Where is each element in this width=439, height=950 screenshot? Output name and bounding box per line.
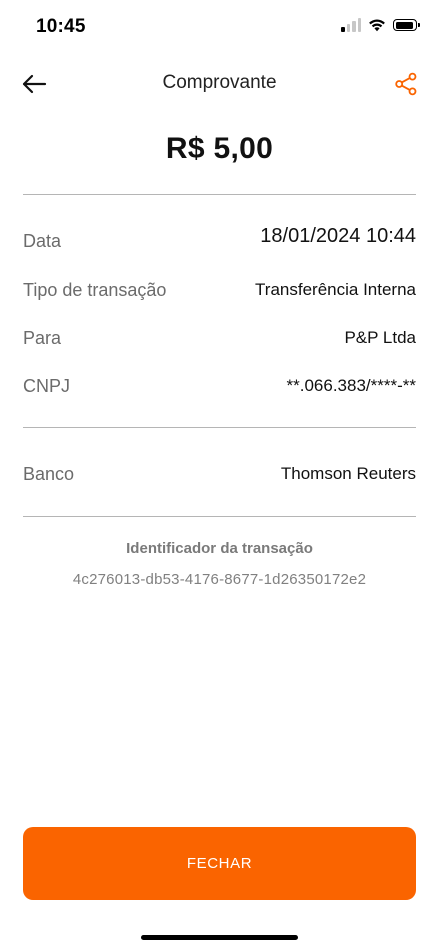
detail-label: Tipo de transação <box>23 280 167 300</box>
wifi-icon <box>369 19 385 32</box>
battery-icon <box>393 19 420 31</box>
amount-value: R$ 5,00 <box>165 132 274 165</box>
detail-label: Data <box>23 231 62 251</box>
detail-value: **.066.383/****-** <box>286 376 416 395</box>
divider <box>23 516 416 517</box>
transaction-id-value: 4c276013-db53-4176-8677-1d26350172e2 <box>72 571 367 588</box>
detail-value: Transferência Interna <box>255 280 416 299</box>
detail-label: Para <box>23 328 62 348</box>
detail-row-transaction-type: Tipo de transação Transferência Interna <box>23 280 416 310</box>
detail-value: P&P Ltda <box>344 328 416 347</box>
detail-row-cnpj: CNPJ **.066.383/****-** <box>23 376 416 406</box>
divider <box>23 194 416 195</box>
detail-row-bank: Banco Thomson Reuters <box>23 464 416 494</box>
close-button[interactable]: FECHAR <box>23 827 416 900</box>
detail-row-recipient: Para P&P Ltda <box>23 328 416 358</box>
detail-label: CNPJ <box>23 376 71 396</box>
bank-label: Banco <box>23 464 75 484</box>
detail-row-date: Data 18/01/2024 10:44 <box>23 225 416 261</box>
status-icons <box>341 18 420 32</box>
status-bar: 10:45 <box>0 0 439 56</box>
divider <box>23 427 416 428</box>
header: Comprovante <box>0 62 439 106</box>
detail-value: 18/01/2024 10:44 <box>260 225 416 247</box>
status-time: 10:45 <box>36 16 86 37</box>
transaction-id-title: Identificador da transação <box>126 540 313 557</box>
home-indicator <box>141 935 298 940</box>
cellular-signal-icon <box>341 18 361 32</box>
bank-value: Thomson Reuters <box>280 464 416 483</box>
share-button[interactable] <box>391 70 421 98</box>
share-icon <box>395 72 417 96</box>
page-title: Comprovante <box>162 72 277 93</box>
